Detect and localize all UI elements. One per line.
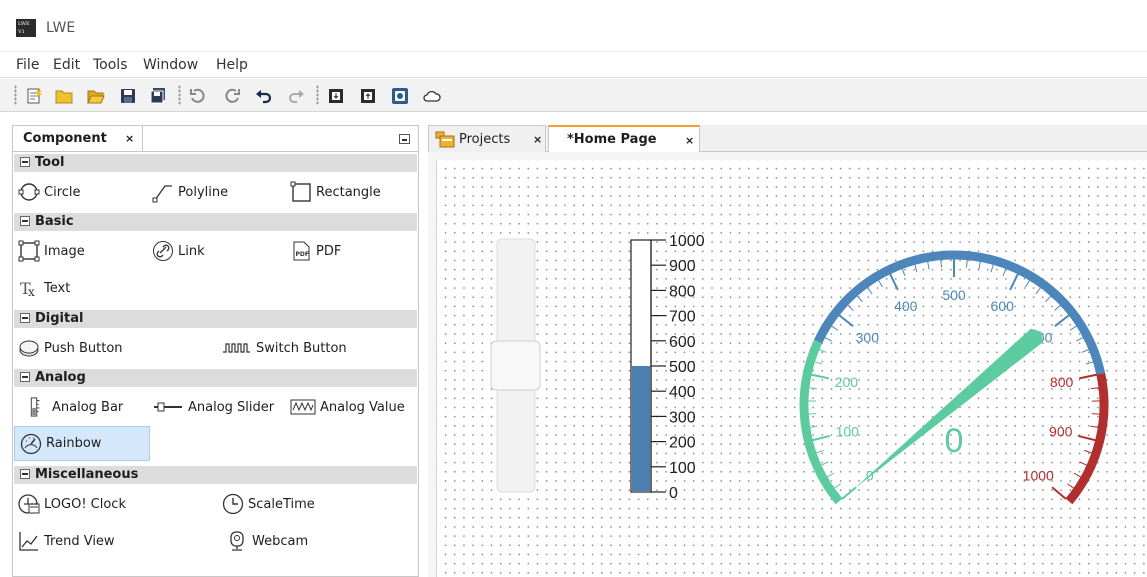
title-bar: LWE V1 LWE xyxy=(0,0,1147,52)
menu-window[interactable]: Window xyxy=(143,57,198,73)
component-analog-slider[interactable]: Analog Slider xyxy=(152,392,274,422)
switch-wave-icon xyxy=(222,337,252,359)
redo-arrow-icon[interactable] xyxy=(286,86,306,106)
toolbar-grip[interactable] xyxy=(316,85,319,105)
image-icon xyxy=(18,240,40,262)
category-miscellaneous[interactable]: Miscellaneous xyxy=(14,466,417,484)
component-rectangle[interactable]: Rectangle xyxy=(290,177,381,207)
svg-text:PDF: PDF xyxy=(296,251,309,258)
circle-icon xyxy=(18,181,40,203)
save-icon[interactable] xyxy=(118,86,138,106)
component-switch-button[interactable]: Switch Button xyxy=(222,333,347,363)
webcam-icon xyxy=(226,530,248,552)
close-icon[interactable]: × xyxy=(685,134,694,147)
analog-slider-icon xyxy=(152,396,184,418)
undo-icon[interactable] xyxy=(188,86,208,106)
save-all-icon[interactable] xyxy=(148,86,168,106)
app-title: LWE xyxy=(46,20,76,36)
download-icon[interactable] xyxy=(326,86,346,106)
design-canvas[interactable] xyxy=(436,160,1147,577)
trend-chart-icon xyxy=(18,530,40,552)
component-trend-view[interactable]: Trend View xyxy=(18,526,115,556)
new-page-icon[interactable] xyxy=(24,86,44,106)
close-icon[interactable]: × xyxy=(533,133,542,146)
gauge-icon xyxy=(20,433,42,455)
open-folder-icon[interactable] xyxy=(86,86,106,106)
menu-bar: File Edit Tools Window Help xyxy=(0,53,1147,78)
projects-folder-icon xyxy=(435,130,455,148)
undo-arrow-icon[interactable] xyxy=(254,86,274,106)
toolbar xyxy=(0,79,1147,112)
component-image[interactable]: Image xyxy=(18,236,85,266)
upload-icon[interactable] xyxy=(358,86,378,106)
category-analog[interactable]: Analog xyxy=(14,369,417,387)
editor-tab-bar: Projects × *Home Page × xyxy=(428,125,1147,152)
clock-icon xyxy=(222,493,244,515)
preview-icon[interactable] xyxy=(390,86,410,106)
clock-calendar-icon xyxy=(18,493,40,515)
close-icon[interactable]: × xyxy=(125,132,134,145)
collapse-icon[interactable] xyxy=(20,469,30,479)
minimize-icon[interactable] xyxy=(399,134,410,144)
component-polyline[interactable]: Polyline xyxy=(152,177,228,207)
svg-text:x: x xyxy=(28,285,35,299)
rectangle-icon xyxy=(290,181,312,203)
push-button-icon xyxy=(18,337,40,359)
collapse-icon[interactable] xyxy=(20,216,30,226)
menu-file[interactable]: File xyxy=(16,57,39,73)
folder-icon[interactable] xyxy=(54,86,74,106)
redo-icon[interactable] xyxy=(222,86,242,106)
component-link[interactable]: Link xyxy=(152,236,205,266)
tab-home-page[interactable]: *Home Page × xyxy=(548,125,700,152)
component-scaletime[interactable]: ScaleTime xyxy=(222,489,315,519)
component-text[interactable]: Tx Text xyxy=(18,273,70,303)
category-digital[interactable]: Digital xyxy=(14,310,417,328)
component-analog-bar[interactable]: Analog Bar xyxy=(24,392,123,422)
component-circle[interactable]: Circle xyxy=(18,177,81,207)
text-icon: Tx xyxy=(18,277,40,299)
tab-projects[interactable]: Projects × xyxy=(428,125,546,152)
cloud-icon[interactable] xyxy=(422,86,442,106)
link-icon xyxy=(152,240,174,262)
polyline-icon xyxy=(152,181,174,203)
component-pdf[interactable]: PDF PDF xyxy=(290,236,341,266)
category-tool[interactable]: Tool xyxy=(14,154,417,172)
collapse-icon[interactable] xyxy=(20,372,30,382)
component-push-button[interactable]: Push Button xyxy=(18,333,123,363)
collapse-icon[interactable] xyxy=(20,157,30,167)
menu-edit[interactable]: Edit xyxy=(53,57,80,73)
app-logo: LWE V1 xyxy=(16,19,36,37)
menu-tools[interactable]: Tools xyxy=(93,57,128,73)
component-panel-header: Component × xyxy=(13,126,418,152)
component-logo-clock[interactable]: LOGO! Clock xyxy=(18,489,126,519)
component-analog-value[interactable]: Analog Value xyxy=(290,392,405,422)
component-webcam[interactable]: Webcam xyxy=(226,526,308,556)
analog-value-icon xyxy=(290,396,316,418)
collapse-icon[interactable] xyxy=(20,313,30,323)
pdf-icon: PDF xyxy=(290,240,312,262)
toolbar-grip[interactable] xyxy=(178,85,181,105)
category-basic[interactable]: Basic xyxy=(14,213,417,231)
toolbar-grip[interactable] xyxy=(14,85,17,105)
analog-bar-icon xyxy=(24,396,44,418)
tab-component[interactable]: Component × xyxy=(13,126,143,152)
menu-help[interactable]: Help xyxy=(216,57,248,73)
component-rainbow[interactable]: Rainbow xyxy=(14,426,150,461)
